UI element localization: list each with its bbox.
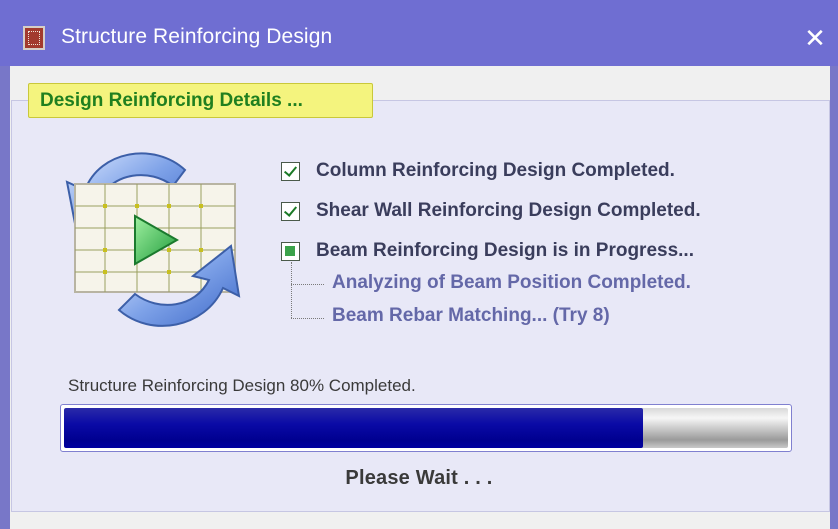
reinforcing-design-icon [55,142,255,337]
close-button[interactable]: ✕ [800,22,830,54]
tree-connector [291,262,292,318]
structure-app-icon [23,26,45,50]
progress-bar [60,404,792,452]
step-beam-design: Beam Reinforcing Design is in Progress..… [281,239,694,263]
progress-track [64,408,788,448]
tree-connector [291,318,324,319]
checkbox-checked-icon [281,201,300,221]
tab-design-reinforcing-details[interactable]: Design Reinforcing Details ... [28,83,373,118]
step-label: Beam Reinforcing Design is in Progress..… [316,240,694,261]
please-wait-text: Please Wait . . . [345,467,493,489]
step-label: Shear Wall Reinforcing Design Completed. [316,200,701,221]
substep-beam-position: Analyzing of Beam Position Completed. [332,272,691,293]
dialog-window: Structure Reinforcing Design ✕ Design Re… [0,0,838,529]
substep-beam-rebar-matching: Beam Rebar Matching... (Try 8) [332,305,610,326]
step-label: Column Reinforcing Design Completed. [316,160,675,181]
checkbox-indeterminate-icon [281,241,300,261]
progress-fill [64,408,644,448]
window-title: Structure Reinforcing Design [61,25,333,48]
step-shear-wall-design: Shear Wall Reinforcing Design Completed. [281,199,701,223]
checkbox-checked-icon [281,161,300,181]
progress-status-text: Structure Reinforcing Design 80% Complet… [68,376,416,395]
step-column-design: Column Reinforcing Design Completed. [281,159,675,183]
title-bar[interactable]: Structure Reinforcing Design ✕ [0,0,838,66]
tree-connector [291,284,324,285]
